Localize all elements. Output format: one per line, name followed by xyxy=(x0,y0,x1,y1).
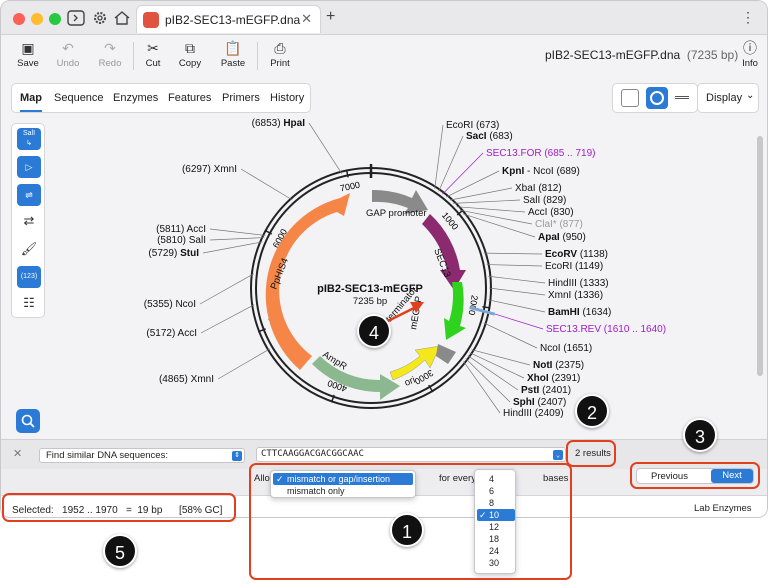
callout-badge-1: 1 xyxy=(390,513,424,547)
site-connector xyxy=(240,168,293,201)
enzyme-site-label[interactable]: EcoRI (673) xyxy=(446,120,499,131)
enzyme-site-label[interactable]: SalI (829) xyxy=(523,195,566,206)
site-connector xyxy=(434,124,444,189)
feature-label: GAP promoter xyxy=(366,208,427,219)
enzyme-site-label[interactable]: EcoRV (1138) xyxy=(545,249,608,260)
callout-box-2 xyxy=(566,440,616,467)
site-connector xyxy=(202,241,263,254)
site-connector xyxy=(209,237,265,241)
site-connector xyxy=(486,311,544,330)
enzyme-site-label[interactable]: BamHI (1634) xyxy=(548,307,611,318)
callout-badge-2: 2 xyxy=(575,394,609,428)
enzyme-site-label[interactable]: NcoI (1651) xyxy=(540,343,592,354)
site-connector xyxy=(483,252,543,255)
plasmid-length: 7235 bp xyxy=(353,296,387,307)
enzyme-site-label[interactable]: KpnI - NcoI (689) xyxy=(502,166,580,177)
enzyme-site-label[interactable]: ClaI* (877) xyxy=(535,219,583,230)
enzyme-site-label[interactable]: (5729) StuI xyxy=(148,248,199,259)
site-connector xyxy=(483,322,538,349)
site-connector xyxy=(449,187,513,201)
site-connector xyxy=(442,152,484,195)
site-connector xyxy=(438,135,464,192)
site-connector xyxy=(446,170,500,198)
enzyme-site-label[interactable]: ApaI (950) xyxy=(538,232,586,243)
callout-box-5 xyxy=(2,493,236,522)
callout-badge-3: 3 xyxy=(683,418,717,452)
enzyme-site-label[interactable]: (6853) HpaI xyxy=(252,118,306,129)
enzyme-site-label[interactable]: NotI (2375) xyxy=(533,360,584,371)
tick-label: 2000 xyxy=(467,294,480,315)
tick-label: 7000 xyxy=(339,180,361,194)
aox1-terminator-feature[interactable] xyxy=(436,344,456,364)
enzyme-site-label[interactable]: AccI (830) xyxy=(528,207,574,218)
primer-label[interactable]: SEC13.FOR (685 .. 719) xyxy=(486,148,596,159)
enzyme-site-label[interactable]: (5811) AccI xyxy=(156,224,206,235)
plasmid-name: pIB2-SEC13-mEGFP xyxy=(317,283,423,295)
enzyme-site-label[interactable]: SphI (2407) xyxy=(513,397,566,408)
enzyme-site-label[interactable]: HindIII (1333) xyxy=(548,278,609,289)
site-connector xyxy=(217,348,271,380)
site-connector xyxy=(488,275,546,284)
enzyme-site-label[interactable]: PstI (2401) xyxy=(521,385,571,396)
right-enzyme-labels: EcoRI (673)SacI (683) SEC13.FOR (685 .. 7… xyxy=(446,120,666,419)
site-connector xyxy=(486,264,543,267)
enzyme-site-label[interactable]: HindIII (2409) xyxy=(503,408,564,419)
enzyme-site-label[interactable]: (5355) NcoI xyxy=(144,299,196,310)
enzyme-site-label[interactable]: XhoI (2391) xyxy=(527,373,580,384)
site-connector xyxy=(308,122,343,174)
enzyme-site-label[interactable]: (4865) XmnI xyxy=(159,374,214,385)
enzyme-site-label[interactable]: EcoRI (1149) xyxy=(545,261,603,272)
enzyme-site-label[interactable]: XbaI (812) xyxy=(515,183,562,194)
site-connector xyxy=(488,299,546,313)
site-connector xyxy=(199,273,255,305)
enzyme-site-label[interactable]: XmnI (1336) xyxy=(548,290,603,301)
enzyme-site-label[interactable]: (5172) AccI xyxy=(146,328,197,339)
site-connector xyxy=(453,199,521,204)
callout-box-3 xyxy=(630,462,760,489)
site-connector xyxy=(209,228,266,236)
enzyme-site-label[interactable]: (5810) SalI xyxy=(157,235,206,246)
site-connector xyxy=(488,287,546,296)
site-connector xyxy=(200,304,255,334)
primer-label[interactable]: SEC13.REV (1610 .. 1640) xyxy=(546,324,666,335)
enzyme-site-label[interactable]: (6297) XmnI xyxy=(182,164,237,175)
callout-badge-4: 4 xyxy=(357,314,391,348)
enzyme-site-label[interactable]: SacI (683) xyxy=(466,131,513,142)
megfp-feature[interactable] xyxy=(444,282,466,340)
callout-badge-5: 5 xyxy=(103,534,137,568)
